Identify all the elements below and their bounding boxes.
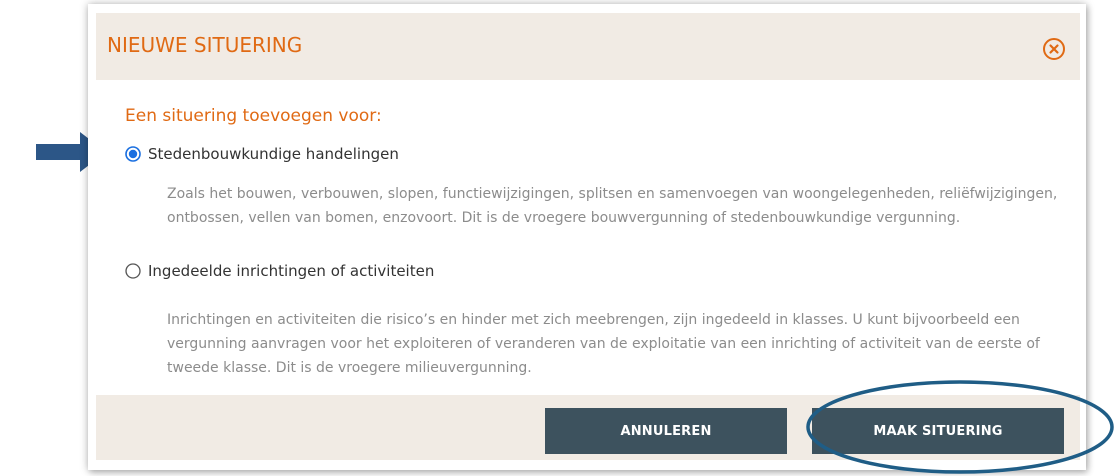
- section-subtitle: Een situering toevoegen voor:: [125, 106, 382, 126]
- option-description: Inrichtingen en activiteiten die risico’…: [167, 312, 1040, 376]
- ellipse-highlight: [806, 380, 1114, 474]
- radio-selected-icon[interactable]: [125, 146, 141, 162]
- radio-unselected-icon[interactable]: [125, 263, 141, 279]
- close-circle-icon[interactable]: [1042, 37, 1066, 61]
- dialog-header: NIEUWE SITUERING: [96, 13, 1080, 80]
- option-label: Ingedeelde inrichtingen of activiteiten: [148, 262, 435, 280]
- option-description: Zoals het bouwen, verbouwen, slopen, fun…: [167, 186, 1058, 226]
- dialog-title: NIEUWE SITUERING: [107, 33, 303, 57]
- option-ingedeelde-inrichtingen[interactable]: Ingedeelde inrichtingen of activiteiten: [125, 262, 434, 280]
- cancel-button[interactable]: ANNULEREN: [545, 408, 787, 454]
- option-stedenbouwkundige-handelingen[interactable]: Stedenbouwkundige handelingen: [125, 145, 399, 163]
- option-label: Stedenbouwkundige handelingen: [148, 145, 399, 163]
- screenshot-stage: NIEUWE SITUERING Een situering toevoegen…: [0, 0, 1115, 476]
